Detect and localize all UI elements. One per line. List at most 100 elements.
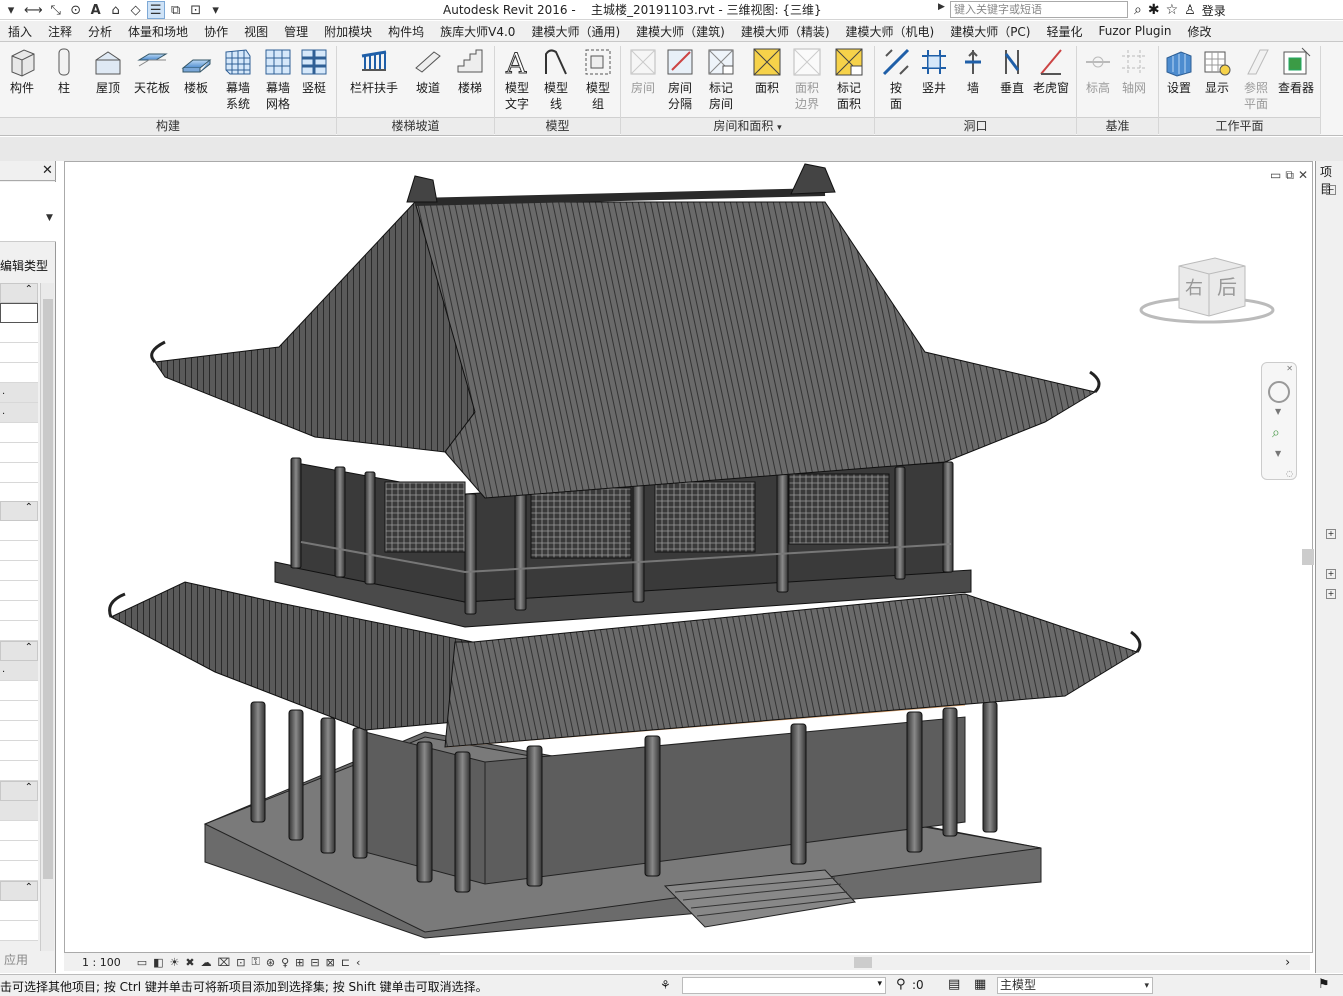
tree-expander[interactable]: + <box>1326 569 1336 579</box>
close-icon[interactable]: ✕ <box>42 163 53 178</box>
section-icon[interactable]: ◇ <box>127 1 145 19</box>
model-group-button[interactable]: 模型 组 <box>578 46 618 112</box>
tag-area-button[interactable]: 标记 面积 <box>830 46 868 112</box>
login-button[interactable]: 登录 <box>1202 2 1226 19</box>
properties-row[interactable] <box>0 423 38 443</box>
text-icon[interactable]: A <box>87 1 105 19</box>
binoculars-icon[interactable]: ⌕ <box>1134 2 1142 18</box>
properties-row[interactable] <box>0 801 38 821</box>
favorites-star-icon[interactable]: ☆ <box>1166 2 1179 18</box>
search-expand-icon[interactable]: ▶ <box>938 2 949 18</box>
properties-row[interactable] <box>0 541 38 561</box>
room-button[interactable]: 房间 <box>624 46 662 96</box>
menu-tab[interactable]: 插入 <box>0 23 40 40</box>
scrollbar-thumb[interactable] <box>854 957 872 968</box>
lock-view-icon[interactable]: ⚿ <box>252 955 260 969</box>
chevron-down-icon[interactable]: ▾ <box>1144 979 1149 994</box>
switch-windows-icon[interactable]: ⊡ <box>187 1 205 19</box>
crop-view-icon[interactable]: ⌧ <box>218 956 231 969</box>
properties-row[interactable] <box>0 681 38 701</box>
tree-expander[interactable]: + <box>1326 589 1336 599</box>
measure-icon[interactable]: ⟷ <box>22 1 45 19</box>
search-input[interactable]: 键入关键字或短语 <box>950 1 1128 18</box>
properties-row[interactable] <box>0 821 38 841</box>
menu-tab[interactable]: 分析 <box>80 23 120 40</box>
railing-button[interactable]: 栏杆扶手 <box>346 46 402 96</box>
menu-tab[interactable]: 体量和场地 <box>120 23 196 40</box>
properties-row[interactable] <box>0 921 38 941</box>
scroll-right-icon[interactable]: › <box>1285 955 1290 969</box>
edit-type-button[interactable]: 编辑类型 <box>0 257 48 274</box>
vertical-opening-button[interactable]: 垂直 <box>994 46 1030 96</box>
minimize-icon[interactable]: ▭ <box>1270 168 1281 183</box>
filter-icon[interactable]: ⚲ <box>896 977 906 992</box>
area-button[interactable]: 面积 <box>748 46 786 96</box>
properties-section[interactable]: ⌃ <box>0 881 38 901</box>
constraints-icon[interactable]: ⊏ <box>341 956 350 969</box>
menu-tab[interactable]: 协作 <box>196 23 236 40</box>
room-area-group-label[interactable]: 房间和面积 ▾ <box>621 117 874 135</box>
properties-row[interactable] <box>0 463 38 483</box>
menu-tab[interactable]: 轻量化 <box>1039 23 1091 40</box>
component-button[interactable]: 构件 <box>2 46 42 96</box>
grid-button[interactable]: 轴网 <box>1116 46 1152 96</box>
properties-row[interactable] <box>0 561 38 581</box>
properties-row[interactable]: . <box>0 383 38 403</box>
properties-row[interactable] <box>0 343 38 363</box>
wall-opening-button[interactable]: 墙 <box>956 46 990 96</box>
properties-row[interactable] <box>0 323 38 343</box>
level-button[interactable]: 标高 <box>1080 46 1116 96</box>
shadows-icon[interactable]: ✖ <box>185 956 194 969</box>
detail-level-icon[interactable]: ▭ <box>137 956 147 969</box>
properties-row[interactable] <box>0 741 38 761</box>
properties-section[interactable]: ⌃ <box>0 283 38 303</box>
tag-room-button[interactable]: 标记 房间 <box>702 46 740 112</box>
show-crop-icon[interactable]: ⊡ <box>236 956 245 969</box>
workset-selector[interactable]: ▾ <box>682 977 886 994</box>
menu-tab[interactable]: 建模大师（精装) <box>733 23 838 40</box>
properties-row[interactable] <box>0 841 38 861</box>
properties-row[interactable] <box>0 761 38 781</box>
properties-row[interactable] <box>0 521 38 541</box>
worksharing-icon[interactable]: ⊟ <box>310 956 319 969</box>
editable-only-icon[interactable]: ▤ <box>948 977 960 992</box>
thin-lines-icon[interactable]: ☰ <box>146 1 165 19</box>
tree-expander[interactable]: − <box>1326 185 1336 195</box>
properties-section[interactable]: ⌃ <box>0 641 38 661</box>
chevron-down-icon[interactable]: ▾ <box>877 979 882 989</box>
viewcube-right-face[interactable]: 右 <box>1185 278 1203 299</box>
tree-expander[interactable]: + <box>1326 529 1336 539</box>
properties-scrollbar[interactable] <box>40 283 54 951</box>
3d-viewport[interactable]: ▭ ⧉ ✕ 右 后 ✕ ▼ ⌕ ▼ ◌ <box>64 161 1313 953</box>
properties-row[interactable] <box>0 443 38 463</box>
customize-qat-icon[interactable]: ▾ <box>207 1 225 19</box>
scroll-left-icon[interactable]: ‹ <box>356 956 360 969</box>
analytical-model-icon[interactable]: ⊠ <box>326 956 335 969</box>
filter-selection-icon[interactable]: ⚑ <box>1318 977 1330 992</box>
area-boundary-button[interactable]: 面积 边界 <box>788 46 826 112</box>
curtain-grid-button[interactable]: 幕墙 网格 <box>258 46 298 112</box>
chevron-down-icon[interactable]: ▼ <box>46 213 53 223</box>
mullion-button[interactable]: 竖梃 <box>296 46 332 96</box>
menu-tab[interactable]: Fuzor Plugin <box>1091 24 1180 38</box>
menu-tab[interactable]: 注释 <box>40 23 80 40</box>
zoom-region-icon[interactable]: ⌕ <box>1272 425 1280 441</box>
curtain-system-button[interactable]: 幕墙 系统 <box>218 46 258 112</box>
type-selector[interactable] <box>0 182 56 242</box>
menu-tab[interactable]: 建模大师（机电) <box>838 23 943 40</box>
ceiling-button[interactable]: 天花板 <box>130 46 174 96</box>
design-options-icon[interactable]: ▦ <box>974 977 986 992</box>
menu-tab[interactable]: 建模大师（建筑) <box>628 23 733 40</box>
menu-tab[interactable]: 建模大师（通用) <box>523 23 628 40</box>
building-model-render[interactable] <box>65 162 1314 954</box>
temp-hide-icon[interactable]: ⊛ <box>266 956 275 969</box>
shaft-button[interactable]: 竖井 <box>914 46 954 96</box>
apply-button[interactable]: 应用 <box>0 951 38 969</box>
properties-row[interactable]: . <box>0 403 38 423</box>
menu-tab[interactable]: 视图 <box>236 23 276 40</box>
group-expand-icon[interactable]: ▾ <box>777 123 782 133</box>
properties-row[interactable] <box>0 861 38 881</box>
properties-row[interactable] <box>0 901 38 921</box>
3d-view-icon[interactable]: ⌂ <box>107 1 125 19</box>
menu-tab[interactable]: 修改 <box>1180 23 1220 40</box>
